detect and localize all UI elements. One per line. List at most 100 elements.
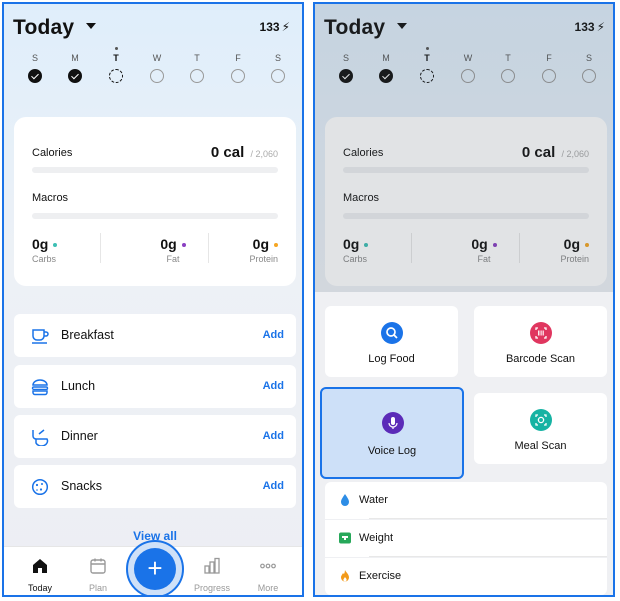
macros-label: Macros xyxy=(32,192,69,204)
lightning-icon: ⚡ xyxy=(281,20,290,34)
day-label: F xyxy=(235,53,241,63)
barcode-icon xyxy=(530,322,552,344)
calendar-icon xyxy=(90,558,106,574)
meal-row-dinner[interactable]: Dinner Add xyxy=(14,415,296,458)
meal-row-snacks[interactable]: Snacks Add xyxy=(14,465,296,508)
scale-icon xyxy=(339,532,351,544)
action-label: Meal Scan xyxy=(514,440,567,452)
day-wednesday[interactable]: W xyxy=(145,52,169,83)
empty-circle-icon xyxy=(231,69,245,83)
voice-log-button[interactable]: Voice Log xyxy=(320,387,464,479)
meal-name: Breakfast xyxy=(61,328,114,342)
dinner-bowl-icon xyxy=(32,429,49,446)
page-title[interactable]: Today xyxy=(13,16,74,40)
streak-counter[interactable]: 133 ⚡ xyxy=(260,20,290,34)
search-icon xyxy=(381,322,403,344)
day-label: S xyxy=(31,53,38,63)
macro-fat: 0g Fat xyxy=(138,236,208,264)
tab-plan[interactable]: Plan xyxy=(72,557,124,593)
calories-progress-bar xyxy=(32,167,278,173)
action-label: Barcode Scan xyxy=(505,353,576,365)
day-thursday[interactable]: T xyxy=(185,52,209,83)
coffee-cup-icon xyxy=(32,329,49,344)
home-icon xyxy=(33,559,47,573)
flame-icon xyxy=(341,570,349,582)
dashed-circle-icon xyxy=(109,69,123,83)
water-drop-icon xyxy=(341,494,349,506)
barcode-scan-button[interactable]: Barcode Scan xyxy=(474,306,607,377)
today-screen: Today 133 ⚡ S M T W T F S Calories 0 cal … xyxy=(2,2,304,597)
calories-label: Calories xyxy=(32,147,73,159)
row-label: Water xyxy=(359,494,388,506)
row-label: Exercise xyxy=(359,570,402,582)
carbs-dot-icon xyxy=(53,243,58,248)
streak-count: 133 xyxy=(259,20,280,34)
tab-more[interactable]: More xyxy=(242,557,294,593)
meal-name: Lunch xyxy=(61,379,96,393)
protein-dot-icon xyxy=(274,243,278,248)
empty-circle-icon xyxy=(271,69,285,83)
action-label: Log Food xyxy=(368,353,415,365)
meal-scan-button[interactable]: Meal Scan xyxy=(474,393,607,464)
macro-value: 0g xyxy=(160,236,177,252)
log-water-row[interactable]: Water xyxy=(325,482,607,519)
nutrition-summary-card[interactable]: Calories 0 cal / 2,060 Macros 0g Carbs 0… xyxy=(14,117,296,286)
meal-row-breakfast[interactable]: Breakfast Add xyxy=(14,314,296,357)
macro-name: Fat xyxy=(166,254,180,264)
day-label: T xyxy=(113,53,119,63)
day-tuesday[interactable]: T xyxy=(104,47,128,83)
tab-progress[interactable]: Progress xyxy=(186,557,238,593)
cookie-icon xyxy=(31,478,49,496)
tab-label: Today xyxy=(27,583,53,593)
divider xyxy=(369,518,607,519)
tab-today[interactable]: Today xyxy=(14,557,66,593)
macro-protein: 0g Protein xyxy=(208,236,278,264)
week-strip: S M T W T F S xyxy=(14,47,294,92)
calories-value: 0 cal / 2,060 xyxy=(211,144,278,161)
day-friday[interactable]: F xyxy=(226,52,250,83)
background-screen: Today 133 ⚡ S M T W T F S Calories 0 cal … xyxy=(315,4,613,292)
chevron-down-icon[interactable] xyxy=(86,23,96,29)
add-entry-button[interactable]: + xyxy=(126,540,184,595)
calories-consumed: 0 cal xyxy=(210,144,245,161)
log-exercise-row[interactable]: Exercise xyxy=(325,558,607,595)
day-sunday[interactable]: S xyxy=(23,52,47,83)
divider xyxy=(100,233,101,263)
check-circle-icon xyxy=(28,69,42,83)
plus-icon: + xyxy=(134,548,176,590)
bar-chart-icon xyxy=(204,557,220,574)
row-label: Weight xyxy=(359,532,394,544)
bottom-tab-bar: Today Plan + Progress More xyxy=(4,540,302,595)
macros-progress-bar xyxy=(32,213,278,219)
meal-row-lunch[interactable]: Lunch Add xyxy=(14,365,296,408)
meal-name: Snacks xyxy=(61,479,102,493)
fat-dot-icon xyxy=(181,243,186,248)
empty-circle-icon xyxy=(190,69,204,83)
tab-label: Plan xyxy=(88,583,107,593)
day-label: T xyxy=(194,53,200,63)
add-snacks-button[interactable]: Add xyxy=(263,480,284,492)
burger-icon xyxy=(31,379,49,396)
day-monday[interactable]: M xyxy=(63,52,87,83)
day-label: S xyxy=(274,53,281,63)
tab-label: Progress xyxy=(193,583,230,593)
macro-carbs: 0g Carbs xyxy=(32,236,102,264)
check-circle-icon xyxy=(68,69,82,83)
macro-name: Carbs xyxy=(32,254,57,264)
macro-name: Protein xyxy=(249,254,278,264)
add-breakfast-button[interactable]: Add xyxy=(263,329,284,341)
day-label: W xyxy=(152,53,162,63)
camera-scan-icon xyxy=(530,409,552,431)
tab-label: More xyxy=(257,583,279,593)
add-entry-screen: Today 133 ⚡ S M T W T F S Calories 0 cal … xyxy=(313,2,615,597)
add-lunch-button[interactable]: Add xyxy=(263,380,284,392)
day-saturday[interactable]: S xyxy=(266,52,290,83)
action-label: Voice Log xyxy=(367,445,417,457)
today-dot-icon xyxy=(114,47,118,50)
add-dinner-button[interactable]: Add xyxy=(263,430,284,442)
meal-name: Dinner xyxy=(61,429,98,443)
dim-overlay[interactable] xyxy=(315,4,613,292)
log-weight-row[interactable]: Weight xyxy=(325,520,607,557)
divider xyxy=(369,556,607,557)
log-food-button[interactable]: Log Food xyxy=(325,306,458,377)
